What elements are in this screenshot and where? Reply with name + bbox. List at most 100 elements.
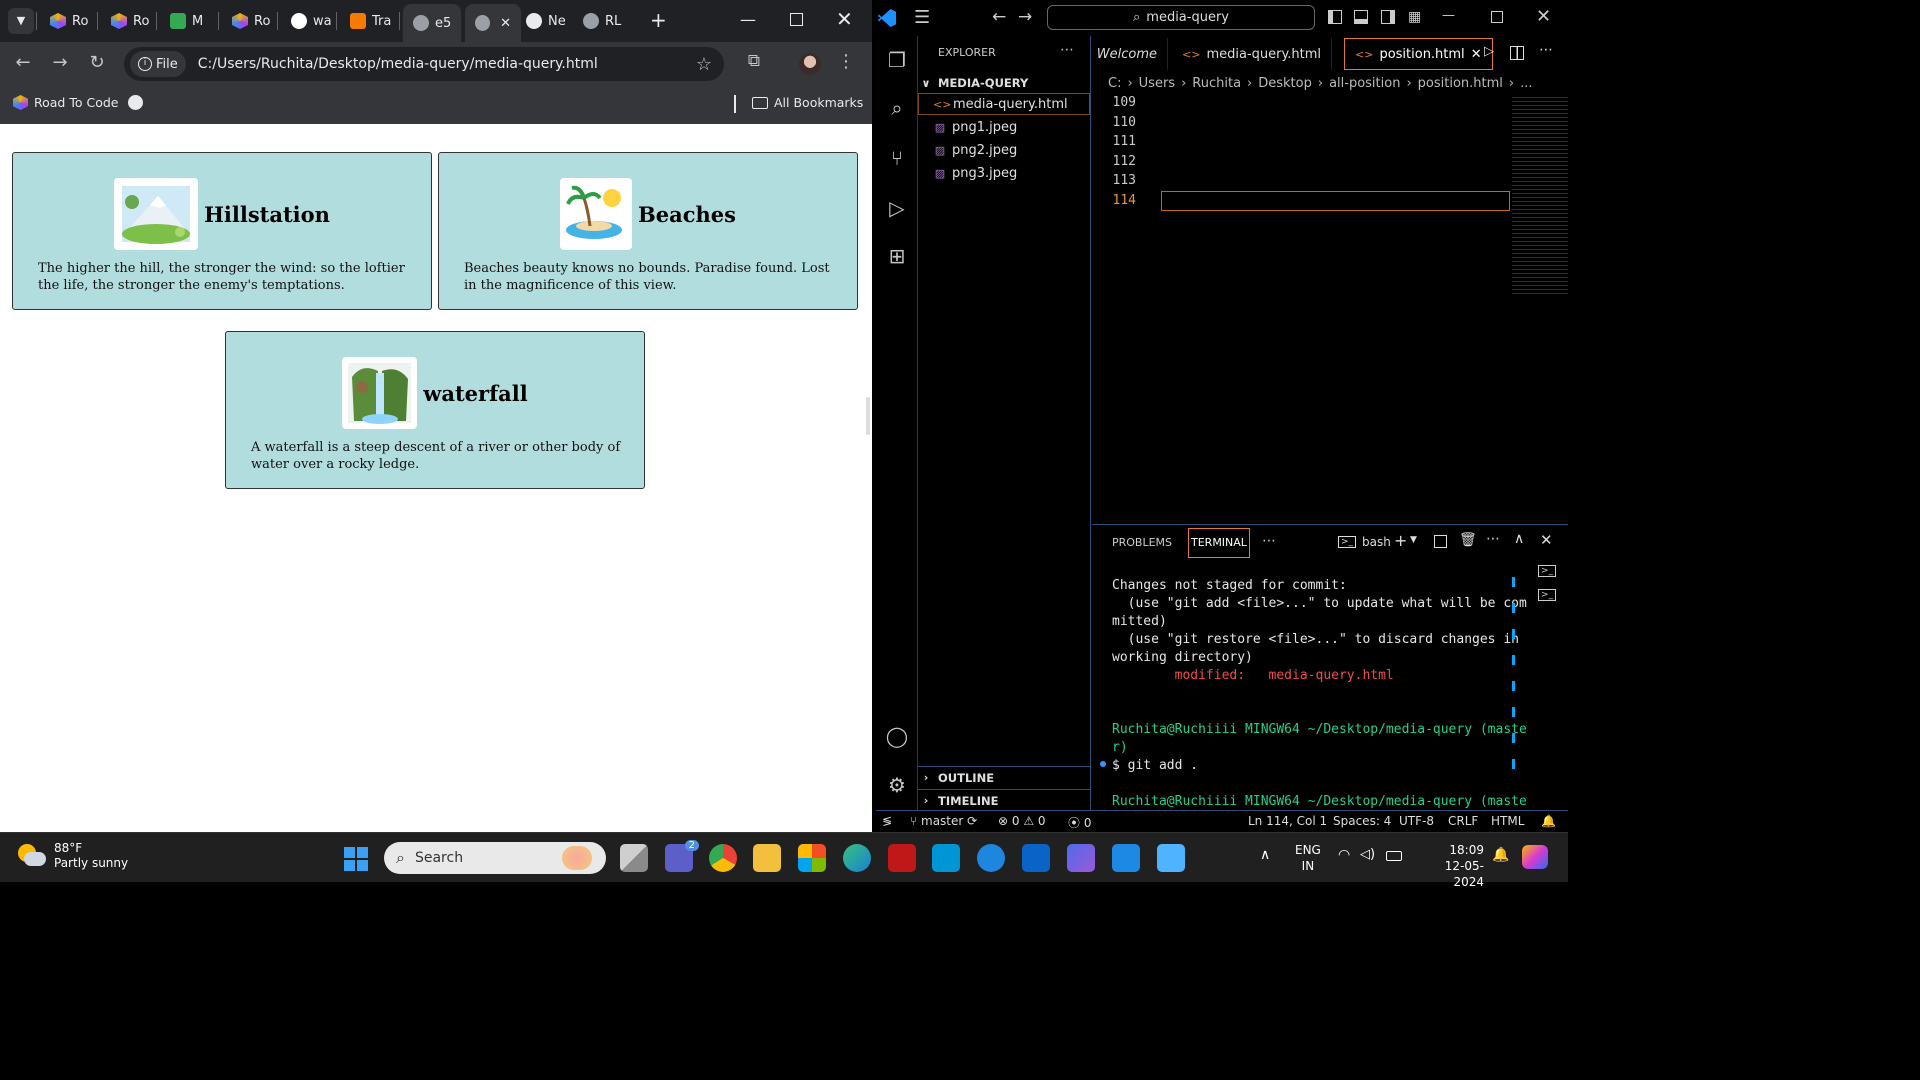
edge-icon[interactable] — [843, 844, 871, 872]
outline-section[interactable]: › OUTLINE — [918, 766, 1090, 788]
tab-terminal[interactable]: TERMINAL — [1188, 528, 1250, 558]
browser-tab[interactable]: Tra — [340, 6, 401, 36]
vscode-taskbar-icon[interactable] — [1112, 844, 1140, 872]
command-center-search[interactable]: ⌕ media-query — [1047, 5, 1315, 30]
source-control-icon[interactable]: ⑂ — [884, 146, 910, 172]
taskbar-search[interactable]: ⌕ Search — [384, 842, 606, 874]
editor-more-icon[interactable]: ⋯ — [1539, 42, 1553, 58]
maximize-button[interactable] — [1491, 11, 1503, 23]
explorer-more-icon[interactable]: ⋯ — [1060, 42, 1074, 58]
browser-tab[interactable]: M — [160, 6, 213, 36]
remote-icon[interactable]: ≶ — [882, 814, 892, 828]
timeline-section[interactable]: › TIMELINE — [918, 789, 1090, 811]
folder-media-query[interactable]: ∨ MEDIA-QUERY — [918, 72, 1090, 94]
minimize-button[interactable]: — — [1442, 8, 1455, 23]
task-view-icon[interactable] — [620, 844, 648, 872]
split-terminal-icon[interactable] — [1434, 535, 1447, 548]
window-resize-handle[interactable] — [866, 397, 870, 435]
terminal-output[interactable]: Changes not staged for commit: (use "git… — [1112, 577, 1527, 811]
close-tab-icon[interactable]: ✕ — [500, 16, 511, 31]
mcafee-icon[interactable] — [888, 844, 916, 872]
trash-icon[interactable]: 🗑 — [1459, 532, 1477, 548]
tab-position-html[interactable]: <> position.html ✕ — [1344, 38, 1493, 70]
run-debug-icon[interactable]: ▷ — [884, 196, 910, 222]
get-help-icon[interactable] — [977, 844, 1005, 872]
browser-tab[interactable]: RL — [573, 6, 631, 36]
browser-tab[interactable]: Ro — [40, 6, 98, 36]
browser-tab[interactable]: Ro — [101, 6, 159, 36]
start-button[interactable] — [344, 847, 368, 871]
toggle-secondary-sidebar-icon[interactable] — [1381, 10, 1395, 24]
breadcrumb-item[interactable]: all-position — [1329, 76, 1400, 91]
chrome-icon[interactable] — [709, 844, 737, 872]
file-png1[interactable]: ▨ png1.jpeg — [918, 116, 1090, 138]
teams-icon[interactable]: 2 — [665, 840, 699, 872]
star-icon[interactable]: ☆ — [696, 54, 712, 75]
indentation[interactable]: Spaces: 4 — [1333, 814, 1391, 828]
breadcrumb-item[interactable]: Users — [1139, 76, 1175, 91]
paint-icon[interactable] — [1157, 844, 1185, 872]
problems-indicator[interactable]: ⊗ 0 ⚠ 0 — [998, 814, 1046, 828]
profile-avatar[interactable] — [799, 53, 821, 75]
extensions-icon[interactable]: ⊞ — [884, 244, 910, 270]
explorer-files-icon[interactable]: ❐ — [884, 48, 910, 74]
url-text[interactable]: C:/Users/Ruchita/Desktop/media-query/med… — [198, 56, 598, 72]
encoding[interactable]: UTF-8 — [1399, 814, 1434, 828]
menu-kebab-icon[interactable]: ⋮ — [834, 51, 858, 72]
file-png2[interactable]: ▨ png2.jpeg — [918, 139, 1090, 161]
toggle-primary-sidebar-icon[interactable] — [1328, 10, 1342, 24]
minimize-button[interactable]: — — [740, 10, 756, 29]
battery-icon[interactable] — [1386, 851, 1402, 861]
account-icon[interactable]: ◯ — [884, 724, 910, 750]
panel-more-icon[interactable]: ⋯ — [1262, 533, 1276, 549]
close-window-button[interactable]: ✕ — [836, 7, 853, 31]
close-tab-icon[interactable]: ✕ — [1471, 47, 1482, 62]
tab-welcome[interactable]: Welcome — [1082, 38, 1168, 70]
browser-tab[interactable]: Ne — [516, 6, 576, 36]
outlook-icon[interactable] — [1022, 844, 1050, 872]
file-png3[interactable]: ▨ png3.jpeg — [918, 162, 1090, 184]
cursor-position[interactable]: Ln 114, Col 1 — [1248, 814, 1327, 828]
copilot-preview-icon[interactable] — [1522, 845, 1548, 869]
file-explorer-icon[interactable] — [753, 844, 781, 872]
close-panel-icon[interactable]: ✕ — [1540, 531, 1553, 549]
run-icon[interactable]: ▷ — [1484, 44, 1494, 59]
panel-more-actions-icon[interactable]: ⋯ — [1486, 531, 1500, 547]
maximize-panel-icon[interactable]: ∧ — [1514, 531, 1524, 547]
globe-icon[interactable] — [128, 95, 143, 110]
clock[interactable]: 18:09 12-05-2024 — [1418, 842, 1484, 890]
copilot-icon[interactable] — [1067, 844, 1095, 872]
terminal-bash-icon-2[interactable]: >_ — [1538, 589, 1557, 601]
breadcrumb-item[interactable]: Ruchita — [1192, 76, 1241, 91]
extensions-icon[interactable]: ⧉ — [742, 51, 766, 71]
tab-media-query-html[interactable]: <> media-query.html — [1172, 38, 1333, 70]
split-editor-icon[interactable] — [1510, 46, 1524, 60]
site-info-chip[interactable]: i File — [130, 51, 186, 77]
store-icon[interactable] — [798, 844, 826, 872]
myhp-icon[interactable] — [932, 844, 960, 872]
breadcrumb-item[interactable]: position.html — [1418, 76, 1503, 91]
tab-problems[interactable]: PROBLEMS — [1112, 536, 1172, 549]
terminal-shell-selector[interactable]: >_ bash — [1338, 535, 1391, 549]
branch-indicator[interactable]: ⑂ master ⟳ — [910, 814, 977, 828]
weather-widget[interactable]: 88°F Partly sunny — [18, 841, 128, 871]
breadcrumb-item[interactable]: Desktop — [1258, 76, 1312, 91]
terminal-bash-icon[interactable]: >_ — [1538, 565, 1557, 577]
all-bookmarks[interactable]: All Bookmarks — [752, 95, 863, 110]
customize-layout-icon[interactable]: ▦ — [1408, 9, 1421, 25]
breadcrumb-item[interactable]: ... — [1520, 76, 1532, 91]
breadcrumb-item[interactable]: C: — [1108, 76, 1121, 91]
volume-icon[interactable]: ◁) — [1360, 847, 1375, 862]
language-indicator[interactable]: ENG IN — [1295, 842, 1321, 874]
chevron-down-icon[interactable]: ▼ — [1410, 535, 1417, 545]
nav-forward-icon[interactable]: → — [1018, 7, 1032, 27]
address-bar[interactable]: i File C:/Users/Ruchita/Desktop/media-qu… — [124, 47, 724, 81]
bookmark-road-to-code[interactable]: Road To Code — [13, 95, 118, 110]
browser-tab[interactable]: e5 — [403, 4, 462, 42]
tab-search-button[interactable]: ▼ — [8, 8, 34, 34]
ports-indicator[interactable]: ⦿ 0 — [1068, 814, 1091, 831]
forward-arrow-icon[interactable]: → — [48, 52, 72, 73]
notifications-bell-icon[interactable]: 🔔 — [1541, 814, 1556, 828]
file-media-query-html[interactable]: <> media-query.html — [918, 93, 1090, 115]
search-icon[interactable]: ⌕ — [884, 96, 910, 122]
